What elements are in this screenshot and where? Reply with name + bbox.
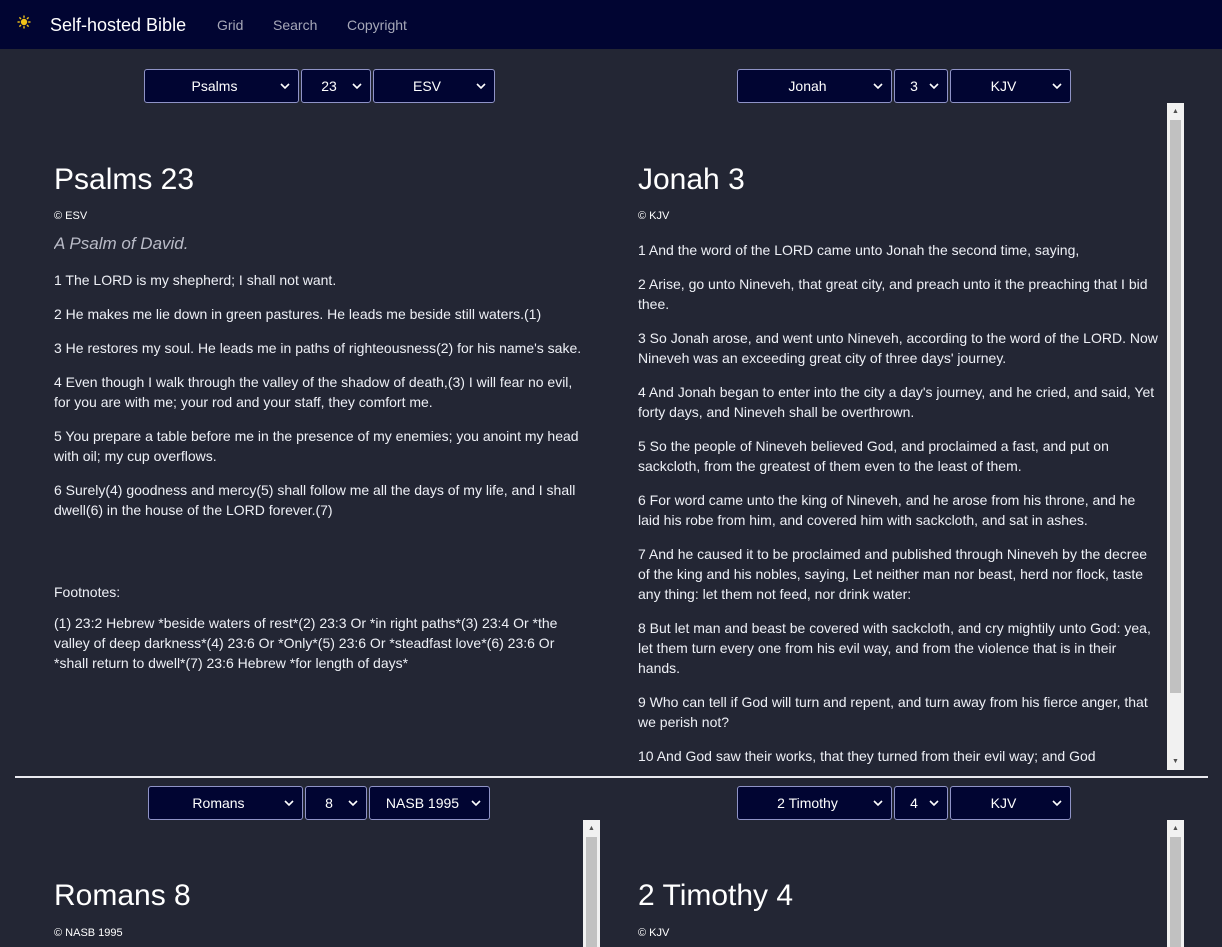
navbar: Self-hosted Bible Grid Search Copyright bbox=[0, 0, 1222, 49]
chapter-select[interactable]: 3 bbox=[894, 69, 948, 103]
nav-link-search[interactable]: Search bbox=[273, 17, 317, 33]
chapter-content: Jonah 3 © KJV 1 And the word of the LORD… bbox=[638, 103, 1158, 767]
verse: 4 And Jonah began to enter into the city… bbox=[638, 384, 1155, 420]
chevron-down-icon bbox=[284, 800, 294, 807]
panel-selectors: Jonah 3 KJV bbox=[737, 69, 1073, 103]
chevron-down-icon bbox=[873, 83, 883, 90]
chapter-title: Jonah 3 bbox=[638, 163, 745, 196]
verse: 5 You prepare a table before me in the p… bbox=[54, 428, 579, 464]
verse: 1 The LORD is my shepherd; I shall not w… bbox=[54, 272, 337, 288]
panel-top-left: Psalms 23 ESV Psalms 23 © ESV A Psalm of… bbox=[0, 69, 611, 775]
footnotes-label: Footnotes: bbox=[54, 584, 121, 600]
footnotes-text: (1) 23:2 Hebrew *beside waters of rest*(… bbox=[54, 615, 558, 671]
panel-selectors: 2 Timothy 4 KJV bbox=[737, 786, 1073, 820]
scrollbar[interactable]: ▲ bbox=[583, 820, 600, 947]
chapter-select[interactable]: 8 bbox=[305, 786, 367, 820]
scrollbar[interactable]: ▲ ▼ bbox=[1167, 103, 1184, 770]
verse-list: 1 And the word of the LORD came unto Jon… bbox=[638, 240, 1158, 767]
verse: 1 And the word of the LORD came unto Jon… bbox=[638, 242, 1080, 258]
verse: 5 So the people of Nineveh believed God,… bbox=[638, 438, 1109, 474]
chevron-down-icon bbox=[280, 83, 290, 90]
scroll-down-arrow-icon[interactable]: ▼ bbox=[1167, 753, 1184, 770]
scroll-up-arrow-icon[interactable]: ▲ bbox=[1167, 103, 1184, 120]
chevron-down-icon bbox=[1052, 800, 1062, 807]
version-select[interactable]: ESV bbox=[373, 69, 495, 103]
scrollbar-thumb[interactable] bbox=[1170, 120, 1181, 693]
scrollbar[interactable]: ▲ bbox=[1167, 820, 1184, 947]
version-select-value: NASB 1995 bbox=[385, 795, 460, 811]
scroll-up-arrow-icon[interactable]: ▲ bbox=[1167, 820, 1184, 837]
brand-link[interactable]: Self-hosted Bible bbox=[50, 14, 186, 36]
panel-selectors: Psalms 23 ESV bbox=[144, 69, 497, 103]
chapter-title: Romans 8 bbox=[54, 879, 191, 912]
chapter-select-value: 3 bbox=[910, 78, 918, 94]
book-select[interactable]: Psalms bbox=[144, 69, 299, 103]
panel-bottom-right: 2 Timothy 4 KJV 2 Timothy 4 © KJV ▲ bbox=[611, 786, 1222, 947]
verse: 8 But let man and beast be covered with … bbox=[638, 620, 1151, 676]
verse: 2 Arise, go unto Nineveh, that great cit… bbox=[638, 276, 1148, 312]
verse: 3 So Jonah arose, and went unto Nineveh,… bbox=[638, 330, 1158, 366]
scroll-up-arrow-icon[interactable]: ▲ bbox=[583, 820, 600, 837]
verse: 9 Who can tell if God will turn and repe… bbox=[638, 694, 1148, 730]
book-select-value: Jonah bbox=[788, 78, 827, 94]
chevron-down-icon bbox=[471, 800, 481, 807]
chapter-title: Psalms 23 bbox=[54, 163, 195, 196]
panel-top-right: Jonah 3 KJV Jonah 3 © KJV 1 And the word… bbox=[611, 69, 1222, 775]
version-select-value: KJV bbox=[990, 78, 1017, 94]
chapter-title: 2 Timothy 4 bbox=[638, 879, 794, 912]
copyright-label: © ESV bbox=[54, 210, 88, 222]
book-select[interactable]: Romans bbox=[148, 786, 303, 820]
scrollbar-thumb[interactable] bbox=[1170, 837, 1181, 947]
panel-bottom-left: Romans 8 NASB 1995 Romans 8 © NASB 1995 … bbox=[0, 786, 611, 947]
chapter-content: 2 Timothy 4 © KJV bbox=[638, 820, 1158, 947]
chapter-select-value: 4 bbox=[910, 795, 918, 811]
version-select[interactable]: KJV bbox=[950, 69, 1071, 103]
verse: 10 And God saw their works, that they tu… bbox=[638, 748, 1096, 764]
chapter-select[interactable]: 4 bbox=[894, 786, 948, 820]
chapter-select-value: 8 bbox=[325, 795, 333, 811]
sun-icon[interactable] bbox=[17, 15, 31, 34]
version-select-value: KJV bbox=[990, 795, 1017, 811]
verse: 2 He makes me lie down in green pastures… bbox=[54, 306, 542, 322]
verse: 3 He restores my soul. He leads me in pa… bbox=[54, 340, 582, 356]
book-select[interactable]: 2 Timothy bbox=[737, 786, 892, 820]
chevron-down-icon bbox=[352, 83, 362, 90]
chevron-down-icon bbox=[1052, 83, 1062, 90]
scrollbar-thumb[interactable] bbox=[586, 837, 597, 947]
verse: 6 Surely(4) goodness and mercy(5) shall … bbox=[54, 482, 576, 518]
verse: 6 For word came unto the king of Nineveh… bbox=[638, 492, 1136, 528]
chapter-subtitle: A Psalm of David. bbox=[54, 234, 189, 253]
book-select-value: Romans bbox=[192, 795, 245, 811]
chevron-down-icon bbox=[873, 800, 883, 807]
copyright-label: © KJV bbox=[638, 210, 670, 222]
chapter-select-value: 23 bbox=[321, 78, 337, 94]
chapter-content: Psalms 23 © ESV A Psalm of David. 1 The … bbox=[54, 103, 594, 775]
nav-link-copyright[interactable]: Copyright bbox=[347, 17, 407, 33]
book-select[interactable]: Jonah bbox=[737, 69, 892, 103]
verse-list: 1 The LORD is my shepherd; I shall not w… bbox=[54, 270, 586, 534]
verse: 4 Even though I walk through the valley … bbox=[54, 374, 573, 410]
nav-link-grid[interactable]: Grid bbox=[217, 17, 243, 33]
verse: 7 And he caused it to be proclaimed and … bbox=[638, 546, 1148, 602]
chapter-select[interactable]: 23 bbox=[301, 69, 371, 103]
chapter-content: Romans 8 © NASB 1995 bbox=[54, 820, 574, 947]
book-select-value: 2 Timothy bbox=[777, 795, 838, 811]
chevron-down-icon bbox=[348, 800, 358, 807]
copyright-label: © KJV bbox=[638, 927, 670, 939]
chevron-down-icon bbox=[476, 83, 486, 90]
version-select[interactable]: KJV bbox=[950, 786, 1071, 820]
panel-divider bbox=[15, 776, 1208, 778]
version-select[interactable]: NASB 1995 bbox=[369, 786, 490, 820]
chevron-down-icon bbox=[929, 83, 939, 90]
copyright-label: © NASB 1995 bbox=[54, 927, 123, 939]
chevron-down-icon bbox=[929, 800, 939, 807]
panel-selectors: Romans 8 NASB 1995 bbox=[148, 786, 492, 820]
version-select-value: ESV bbox=[412, 78, 441, 94]
book-select-value: Psalms bbox=[191, 78, 238, 94]
